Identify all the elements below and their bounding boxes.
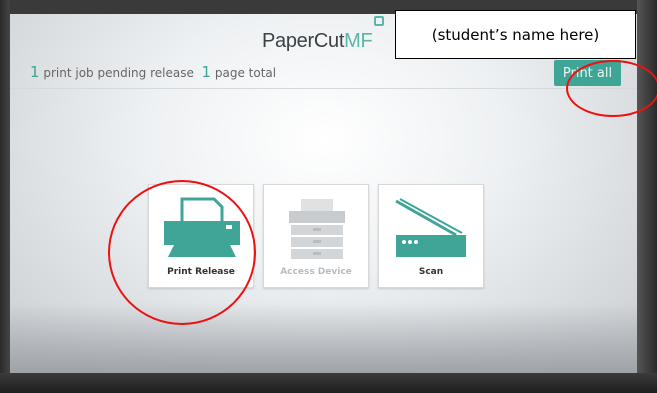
scan-tile[interactable]: Scan [378, 184, 484, 288]
pending-status: 1 print job pending release 1 page total [30, 63, 276, 81]
papercut-logo: PaperCutMF [262, 30, 373, 53]
scanner-icon [395, 198, 466, 257]
device-bezel-left [0, 0, 10, 393]
print-release-highlight [108, 180, 256, 325]
touch-screen: PaperCutMF 1 print job pending release 1… [10, 14, 637, 373]
device-bezel-right [637, 0, 657, 393]
job-count: 1 [30, 63, 40, 81]
job-label: print job pending release [43, 66, 194, 80]
page-count: 1 [201, 63, 212, 81]
logo-mark-icon [374, 16, 384, 26]
tile-label: Scan [418, 267, 444, 277]
copier-icon [289, 199, 345, 259]
print-all-highlight [566, 60, 657, 117]
student-name-box: (student’s name here) [395, 10, 636, 59]
access-device-tile[interactable]: Access Device [263, 184, 369, 288]
device-bezel-bottom [0, 373, 657, 393]
screen-shade [10, 303, 637, 373]
page-label: page total [214, 66, 277, 80]
tile-label: Access Device [280, 267, 352, 277]
logo-suffix: MF [344, 30, 373, 52]
logo-main: PaperCut [262, 30, 345, 52]
